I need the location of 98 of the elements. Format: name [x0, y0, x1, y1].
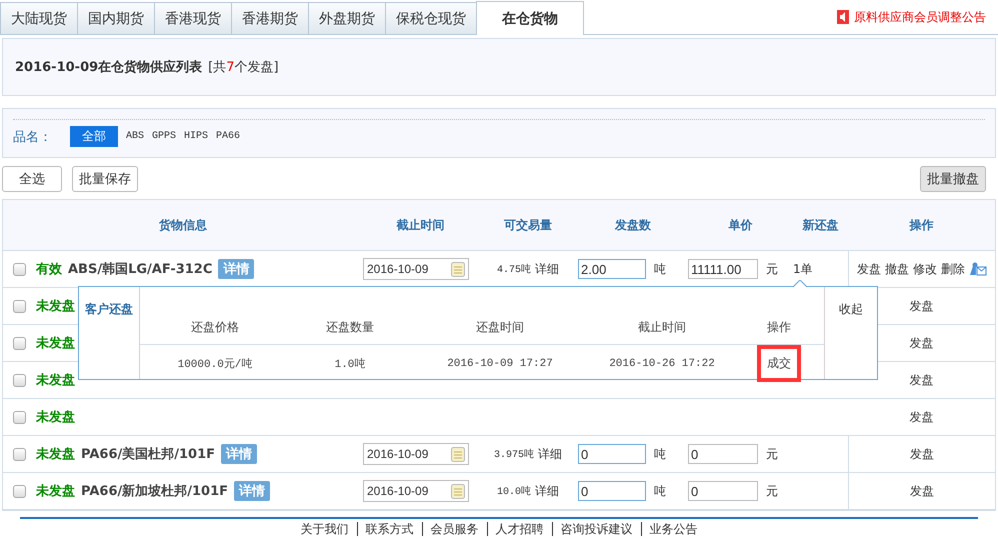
- status-label: 未发盘: [36, 483, 75, 500]
- popup-column-header: 还盘价格: [190, 318, 240, 336]
- footer-link[interactable]: 会员服务: [422, 522, 486, 536]
- popup-column-header: 截止时间: [637, 318, 687, 336]
- calendar-icon: [451, 262, 465, 276]
- checkbox[interactable]: [13, 484, 26, 498]
- popup-column-header: 还盘时间: [475, 318, 525, 336]
- action-link[interactable]: 发盘: [910, 482, 934, 500]
- status-label: 未发盘: [36, 335, 75, 352]
- quantity-field[interactable]: 0: [578, 444, 646, 464]
- quantity-field[interactable]: 0: [578, 481, 646, 501]
- filter-option[interactable]: PA66: [216, 131, 240, 142]
- tab[interactable]: 保税仓现货: [385, 2, 477, 34]
- status-label: 未发盘: [36, 409, 75, 426]
- filter-label: 品名：: [13, 128, 52, 146]
- available-quantity: 4.75吨: [496, 262, 531, 276]
- filter-option[interactable]: HIPS: [184, 131, 208, 142]
- action-link[interactable]: 发盘: [910, 298, 934, 314]
- popup-column-header: 操作: [766, 318, 792, 336]
- unit-label: 吨: [654, 260, 666, 278]
- checkbox[interactable]: [13, 374, 26, 386]
- deal-link[interactable]: 成交: [757, 345, 801, 382]
- unit-label: 吨: [654, 482, 666, 500]
- footer-link[interactable]: 咨询投诉建议: [552, 522, 640, 536]
- column-header: 发盘数: [614, 216, 652, 234]
- footer-link[interactable]: 人才招聘: [486, 522, 552, 536]
- unit-label: 元: [766, 482, 778, 500]
- checkbox[interactable]: [13, 448, 26, 460]
- filter-option[interactable]: GPPS: [152, 131, 176, 142]
- list-title: 2016-10-09在仓货物供应列表: [15, 58, 202, 76]
- filter-option[interactable]: 全部: [70, 126, 118, 147]
- column-header: 操作: [908, 216, 934, 234]
- price-field[interactable]: 0: [688, 444, 758, 464]
- status-label: 未发盘: [36, 372, 75, 389]
- product-name: PA66/美国杜邦/101F: [81, 446, 215, 463]
- popup-title: 客户还盘: [79, 287, 140, 379]
- action-link[interactable]: 发盘: [910, 408, 934, 426]
- unit-label: 元: [766, 260, 778, 278]
- checkbox[interactable]: [13, 262, 26, 276]
- status-label: 有效: [36, 261, 62, 278]
- footer-link[interactable]: 关于我们: [292, 522, 356, 536]
- detail-link[interactable]: 详细: [535, 260, 559, 278]
- footer-link[interactable]: 联系方式: [356, 522, 422, 536]
- action-link[interactable]: 发盘: [910, 446, 934, 462]
- table-cell-text: 1.0吨: [334, 357, 366, 371]
- tab[interactable]: 香港期货: [231, 2, 309, 34]
- action-link[interactable]: 发盘: [910, 334, 934, 352]
- column-header: 货物信息: [158, 216, 208, 234]
- mail-icon[interactable]: [969, 262, 987, 276]
- detail-link[interactable]: 详细: [535, 482, 559, 500]
- footer-link[interactable]: 业务公告: [640, 522, 706, 536]
- column-header: 单价: [728, 216, 754, 234]
- date-field[interactable]: 2016-10-09: [363, 443, 469, 465]
- calendar-icon: [451, 484, 465, 498]
- status-label: 未发盘: [36, 298, 75, 315]
- available-quantity: 3.975吨: [494, 448, 534, 461]
- batch-save-button[interactable]: 批量保存: [72, 166, 138, 192]
- speaker-icon: [837, 10, 849, 24]
- date-field[interactable]: 2016-10-09: [363, 480, 469, 502]
- checkbox[interactable]: [13, 410, 26, 424]
- calendar-icon: [451, 446, 465, 462]
- table-cell-text: 2016-10-09 17:27: [446, 358, 554, 370]
- tab[interactable]: 大陆现货: [0, 2, 78, 34]
- column-header: 新还盘: [802, 216, 840, 234]
- column-header: 可交易量: [503, 216, 553, 234]
- table-cell-text: 10000.0元/吨: [176, 357, 254, 371]
- tab[interactable]: 国内期货: [77, 2, 155, 34]
- notice-link[interactable]: 原料供应商会员调整公告: [854, 8, 986, 26]
- product-name: PA66/新加坡杜邦/101F: [81, 482, 228, 500]
- column-header: 截止时间: [396, 216, 446, 234]
- batch-withdraw-button[interactable]: 批量撤盘: [920, 166, 986, 192]
- new-counter-count[interactable]: 1单: [793, 262, 813, 276]
- table-cell-text: 2016-10-26 17:22: [608, 358, 716, 370]
- action-link[interactable]: 发盘: [857, 260, 881, 278]
- price-field[interactable]: 0: [688, 481, 758, 501]
- tab[interactable]: 在仓货物: [476, 1, 584, 35]
- checkbox[interactable]: [13, 336, 26, 350]
- product-name: ABS/韩国LG/AF-312C: [68, 261, 212, 278]
- popup-column-header: 还盘数量: [325, 318, 375, 336]
- action-link[interactable]: 发盘: [910, 372, 934, 388]
- action-link[interactable]: 删除: [941, 260, 965, 278]
- select-all-button[interactable]: 全选: [2, 166, 62, 192]
- checkbox[interactable]: [13, 300, 26, 312]
- price-field[interactable]: 11111.00: [688, 259, 758, 279]
- quantity-field[interactable]: 2.00: [578, 259, 646, 279]
- collapse-link[interactable]: 收起: [824, 287, 877, 379]
- tab[interactable]: 香港现货: [154, 2, 232, 34]
- filter-option[interactable]: ABS: [126, 131, 144, 142]
- unit-label: 元: [766, 446, 778, 462]
- unit-label: 吨: [654, 446, 666, 462]
- action-link[interactable]: 修改: [913, 260, 937, 278]
- date-field[interactable]: 2016-10-09: [363, 258, 469, 280]
- available-quantity: 10.0吨: [496, 484, 531, 498]
- status-label: 未发盘: [36, 446, 75, 463]
- action-link[interactable]: 撤盘: [885, 260, 909, 278]
- detail-link[interactable]: 详细: [538, 446, 562, 462]
- tab[interactable]: 外盘期货: [308, 2, 386, 34]
- offer-count: [共7个发盘]: [208, 59, 279, 76]
